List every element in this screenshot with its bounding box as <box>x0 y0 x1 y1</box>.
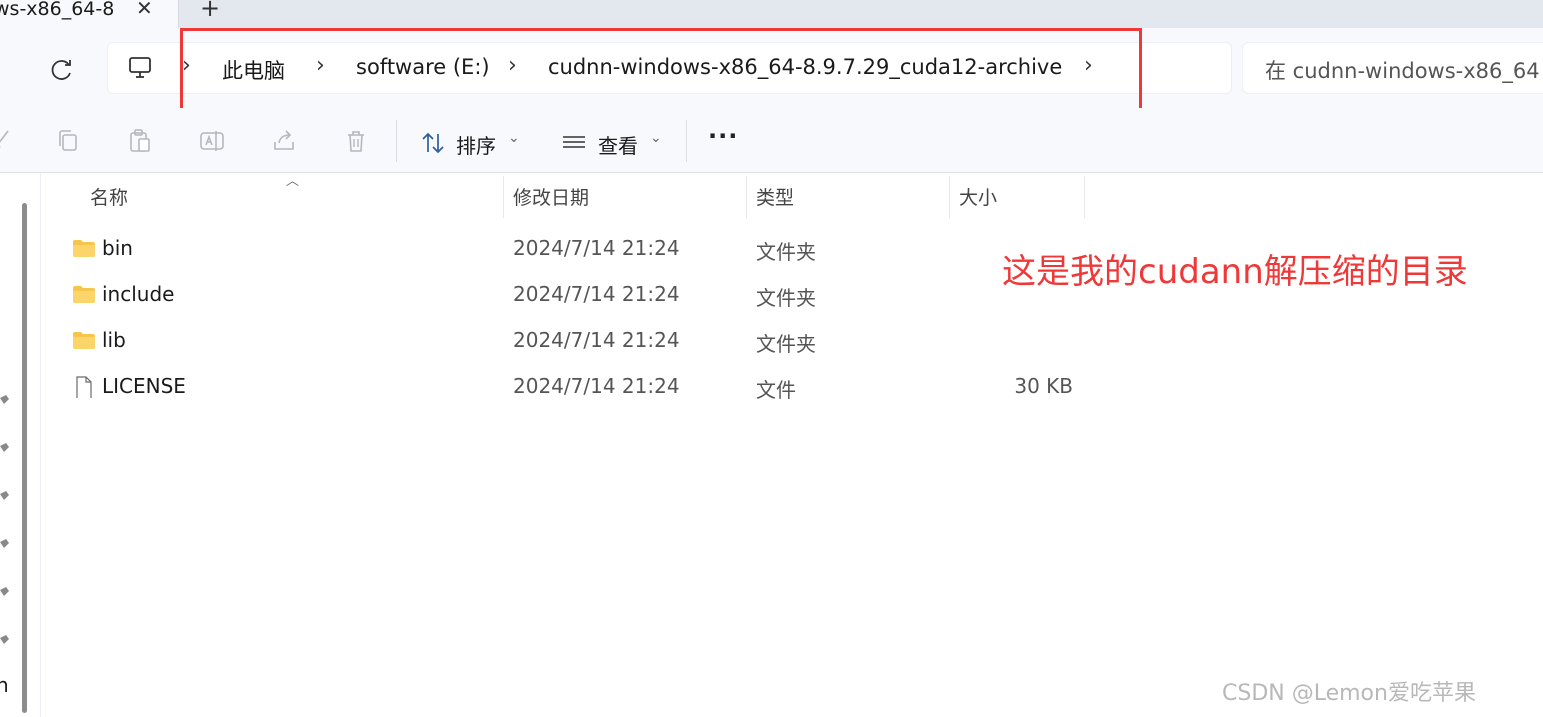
toolbar-divider <box>686 120 687 162</box>
pin-icon[interactable] <box>0 539 9 548</box>
column-divider[interactable] <box>949 176 950 218</box>
file-row-lib[interactable]: lib 2024/7/14 21:24 文件夹 <box>60 318 1090 362</box>
navigation-pane: n <box>0 173 41 717</box>
column-header-size[interactable]: 大小 <box>959 183 997 210</box>
chevron-down-icon: ⌄ <box>650 130 662 146</box>
tab-title: ws-x86_64-8 <box>0 0 115 20</box>
address-bar[interactable]: › 此电脑 › software (E:) › cudnn-windows-x8… <box>107 42 1232 94</box>
pin-icon[interactable] <box>0 491 9 500</box>
navigation-bar: › 此电脑 › software (E:) › cudnn-windows-x8… <box>0 28 1543 108</box>
pin-icon[interactable] <box>0 635 9 644</box>
column-divider[interactable] <box>746 176 747 218</box>
file-type: 文件夹 <box>756 240 816 264</box>
command-bar: 排序 ⌄ 查看 ⌄ ··· <box>0 108 1543 173</box>
folder-icon <box>73 286 95 303</box>
annotation-text: 这是我的cudann解压缩的目录 <box>1002 252 1468 292</box>
pin-icon[interactable] <box>0 587 9 596</box>
file-type: 文件 <box>756 378 796 402</box>
sort-icon <box>422 132 444 154</box>
navigation-pane-scrollbar[interactable] <box>22 203 27 713</box>
file-row-license[interactable]: LICENSE 2024/7/14 21:24 文件 30 KB <box>60 364 1090 408</box>
sort-button[interactable]: 排序 ⌄ <box>420 128 525 158</box>
search-placeholder: 在 cudnn-windows-x86_64 <box>1265 59 1540 83</box>
breadcrumb-chevron-icon: › <box>508 53 517 78</box>
file-name: include <box>102 282 175 306</box>
copy-icon[interactable] <box>55 128 81 154</box>
file-type: 文件夹 <box>756 286 816 310</box>
breadcrumb-drive[interactable]: software (E:) <box>356 55 490 79</box>
pin-icon[interactable] <box>0 443 9 452</box>
file-modified: 2024/7/14 21:24 <box>513 374 680 398</box>
chevron-down-icon: ⌄ <box>508 130 520 146</box>
delete-icon[interactable] <box>343 128 369 154</box>
tab-strip: ws-x86_64-8 ✕ + <box>0 0 1543 28</box>
file-modified: 2024/7/14 21:24 <box>513 236 680 260</box>
cut-icon[interactable] <box>0 128 14 154</box>
breadcrumb-chevron-icon: › <box>316 53 325 78</box>
sort-label: 排序 <box>456 134 496 158</box>
pin-icon[interactable] <box>0 395 9 404</box>
file-modified: 2024/7/14 21:24 <box>513 328 680 352</box>
close-icon[interactable]: ✕ <box>136 0 153 20</box>
toolbar-divider <box>396 120 397 162</box>
file-modified: 2024/7/14 21:24 <box>513 282 680 306</box>
folder-icon <box>73 240 95 257</box>
navigation-item-fragment[interactable]: n <box>0 673 9 697</box>
search-box[interactable]: 在 cudnn-windows-x86_64 <box>1242 42 1543 94</box>
refresh-icon[interactable] <box>48 56 76 84</box>
sort-ascending-icon: ︿ <box>286 174 300 189</box>
view-list-icon <box>563 136 585 148</box>
breadcrumb-chevron-icon: › <box>182 53 191 78</box>
file-name: bin <box>102 236 133 260</box>
column-header-modified[interactable]: 修改日期 <box>513 183 589 210</box>
rename-icon[interactable] <box>199 128 225 154</box>
new-tab-button[interactable]: + <box>200 0 220 22</box>
column-header-name[interactable]: 名称 <box>90 183 128 210</box>
column-header-type[interactable]: 类型 <box>756 183 794 210</box>
breadcrumb-chevron-icon[interactable]: › <box>1084 53 1093 78</box>
computer-icon <box>129 57 151 78</box>
file-type: 文件夹 <box>756 332 816 356</box>
file-row-bin[interactable]: bin 2024/7/14 21:24 文件夹 <box>60 226 1090 270</box>
more-options-button[interactable]: ··· <box>708 122 738 150</box>
breadcrumb-this-pc[interactable]: 此电脑 <box>222 55 285 85</box>
file-icon <box>76 376 92 398</box>
file-name: LICENSE <box>102 374 186 398</box>
tab-explorer[interactable]: ws-x86_64-8 ✕ <box>0 0 179 28</box>
breadcrumb-folder[interactable]: cudnn-windows-x86_64-8.9.7.29_cuda12-arc… <box>548 55 1062 79</box>
file-row-include[interactable]: include 2024/7/14 21:24 文件夹 <box>60 272 1090 316</box>
column-divider[interactable] <box>503 176 504 218</box>
file-name: lib <box>102 328 126 352</box>
column-divider[interactable] <box>1084 176 1085 218</box>
paste-icon[interactable] <box>127 128 153 154</box>
view-label: 查看 <box>598 134 638 158</box>
file-size: 30 KB <box>1014 374 1073 398</box>
folder-icon <box>73 332 95 349</box>
watermark: CSDN @Lemon爱吃苹果 <box>1222 681 1476 706</box>
view-button[interactable]: 查看 ⌄ <box>561 128 666 158</box>
share-icon[interactable] <box>271 128 297 154</box>
